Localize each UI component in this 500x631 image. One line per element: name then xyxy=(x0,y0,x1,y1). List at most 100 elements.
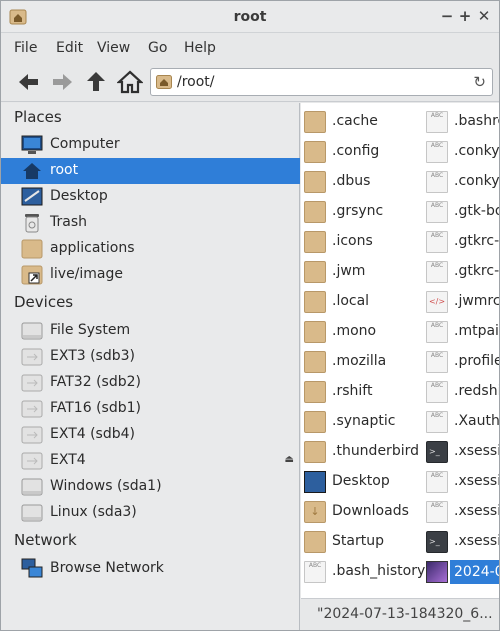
file-item[interactable]: ABC .redshi xyxy=(423,379,499,405)
sidebar-item-browse-network[interactable]: Browse Network xyxy=(1,556,300,582)
file-item[interactable]: 2024-0 xyxy=(423,559,499,585)
file-item[interactable]: >_ .xsessi xyxy=(423,439,499,465)
sidebar-item-applications[interactable]: applications xyxy=(1,236,300,262)
file-item[interactable]: >_ .xsessi xyxy=(423,529,499,555)
file-name: .Xauth xyxy=(454,413,499,429)
sidebar-item-file-system[interactable]: File System xyxy=(1,318,300,344)
sidebar-item-ext4[interactable]: EXT4 ⏏ xyxy=(1,448,300,474)
title-bar[interactable]: root − + ✕ xyxy=(1,1,499,33)
folder-icon xyxy=(304,381,326,403)
file-item[interactable]: ABC .xsessi xyxy=(423,469,499,495)
file-item[interactable]: ABC .Xauth xyxy=(423,409,499,435)
sidebar-item-windows-sda1[interactable]: Windows (sda1) xyxy=(1,474,300,500)
file-name: .mtpair xyxy=(454,323,499,339)
text-file-icon: ABC xyxy=(426,501,448,523)
file-item[interactable]: ABC .bash_history xyxy=(301,559,425,585)
toolbar: /root/ ↻ xyxy=(1,62,499,102)
file-name: Downloads xyxy=(332,503,409,519)
folder-icon xyxy=(304,411,326,433)
close-button[interactable]: ✕ xyxy=(475,7,493,25)
sidebar-item-linux-sda3[interactable]: Linux (sda3) xyxy=(1,500,300,526)
file-item[interactable]: .jwm xyxy=(301,259,425,285)
menu-view[interactable]: View xyxy=(97,40,130,56)
arrow-up-icon[interactable] xyxy=(83,70,109,94)
file-item[interactable]: ABC .xsessi xyxy=(423,499,499,525)
sidebar-item-fat16-sdb1[interactable]: FAT16 (sdb1) xyxy=(1,396,300,422)
file-name: .bash_history xyxy=(332,563,426,579)
file-item[interactable]: .local xyxy=(301,289,425,315)
minimize-button[interactable]: − xyxy=(438,7,456,25)
file-name: 2024-0 xyxy=(450,560,499,584)
file-item[interactable]: .config xyxy=(301,139,425,165)
menu-file[interactable]: File xyxy=(14,40,37,56)
text-file-icon: ABC xyxy=(304,561,326,583)
file-item[interactable]: .mozilla xyxy=(301,349,425,375)
folder-icon xyxy=(304,291,326,313)
file-item[interactable]: ABC .gtk-bo xyxy=(423,199,499,225)
file-item[interactable]: </> .jwmrc xyxy=(423,289,499,315)
file-item[interactable]: Desktop xyxy=(301,469,425,495)
sidebar-item-label: Browse Network xyxy=(50,560,164,576)
file-name: .xsessi xyxy=(454,533,499,549)
menu-bar: File Edit View Go Help xyxy=(1,34,499,62)
file-item[interactable]: .thunderbird xyxy=(301,439,425,465)
file-item[interactable]: .cache xyxy=(301,109,425,135)
file-view[interactable]: .cache .config .dbus .grsync .icons .jwm .loca… xyxy=(301,103,499,598)
arrow-right-icon[interactable] xyxy=(49,70,75,94)
usb-drive-icon xyxy=(21,348,43,366)
file-item[interactable]: ABC .gtkrc-2 xyxy=(423,259,499,285)
sidebar-item-live-image[interactable]: live/image xyxy=(1,262,300,288)
location-bar[interactable]: /root/ ↻ xyxy=(150,68,493,96)
file-item[interactable]: ↓ Downloads xyxy=(301,499,425,525)
menu-go[interactable]: Go xyxy=(148,40,167,56)
reload-icon[interactable]: ↻ xyxy=(473,73,486,91)
sidebar-item-computer[interactable]: Computer xyxy=(1,132,300,158)
file-item[interactable]: ABC .conky xyxy=(423,139,499,165)
menu-edit[interactable]: Edit xyxy=(56,40,83,56)
file-name: .mozilla xyxy=(332,353,387,369)
eject-icon[interactable]: ⏏ xyxy=(285,454,294,465)
file-item[interactable]: .dbus xyxy=(301,169,425,195)
file-item[interactable]: .mono xyxy=(301,319,425,345)
file-item[interactable]: .icons xyxy=(301,229,425,255)
file-item[interactable]: ABC .mtpair xyxy=(423,319,499,345)
sidebar-item-label: FAT16 (sdb1) xyxy=(50,400,141,416)
file-name: .xsessi xyxy=(454,473,499,489)
desktop-icon xyxy=(304,471,326,493)
sidebar-item-desktop[interactable]: Desktop xyxy=(1,184,300,210)
folder-icon xyxy=(304,141,326,163)
arrow-left-icon[interactable] xyxy=(16,70,42,94)
sidebar-item-ext3-sdb3[interactable]: EXT3 (sdb3) xyxy=(1,344,300,370)
file-name: Startup xyxy=(332,533,384,549)
sidebar-item-label: EXT3 (sdb3) xyxy=(50,348,135,364)
file-item[interactable]: .grsync xyxy=(301,199,425,225)
maximize-button[interactable]: + xyxy=(456,7,474,25)
file-item[interactable]: .rshift xyxy=(301,379,425,405)
menu-help[interactable]: Help xyxy=(184,40,216,56)
sidebar-item-root[interactable]: root xyxy=(1,158,300,184)
image-file-icon xyxy=(426,561,448,583)
text-file-icon: ABC xyxy=(426,111,448,133)
file-item[interactable]: Startup xyxy=(301,529,425,555)
sidebar-item-ext4-sdb4[interactable]: EXT4 (sdb4) xyxy=(1,422,300,448)
usb-drive-icon xyxy=(21,452,43,470)
file-item[interactable]: ABC .conky xyxy=(423,169,499,195)
file-name: .gtkrc-2 xyxy=(454,263,499,279)
file-item[interactable]: ABC .profile xyxy=(423,349,499,375)
sidebar-item-fat32-sdb2[interactable]: FAT32 (sdb2) xyxy=(1,370,300,396)
file-item[interactable]: ABC .gtkrc-2 xyxy=(423,229,499,255)
file-name: .conky xyxy=(454,173,499,189)
places-heading: Places xyxy=(14,108,62,126)
sidebar-item-label: Linux (sda3) xyxy=(50,504,137,520)
file-item[interactable]: .synaptic xyxy=(301,409,425,435)
code-file-icon: </> xyxy=(426,291,448,313)
home-icon xyxy=(23,163,41,179)
home-icon[interactable] xyxy=(117,70,143,94)
file-item[interactable]: ABC .bashrc xyxy=(423,109,499,135)
file-name: .mono xyxy=(332,323,377,339)
sidebar-item-trash[interactable]: Trash xyxy=(1,210,300,236)
sidebar-item-label: EXT4 (sdb4) xyxy=(50,426,135,442)
folder-icon xyxy=(304,171,326,193)
sidebar-item-label: File System xyxy=(50,322,131,338)
folder-icon xyxy=(304,201,326,223)
